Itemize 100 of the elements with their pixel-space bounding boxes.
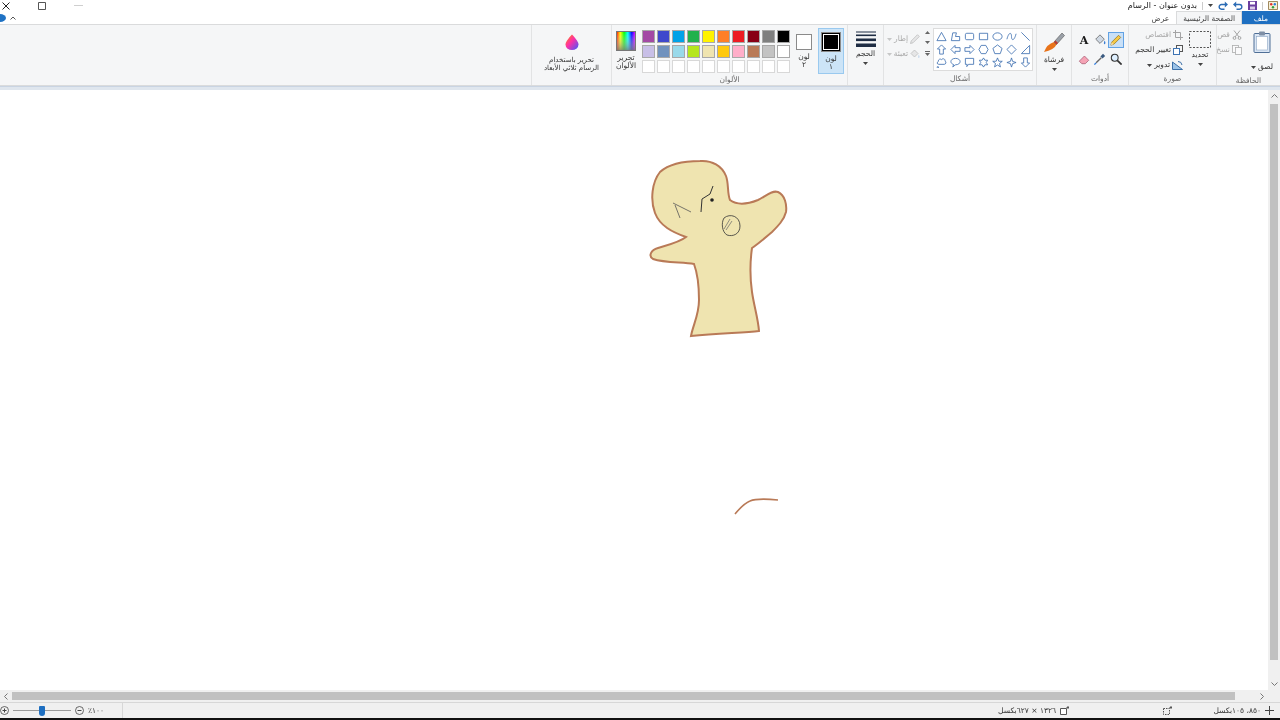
down-arrow-shape-icon[interactable]: [1019, 57, 1031, 68]
scroll-down-icon[interactable]: [1270, 682, 1278, 686]
redo-icon[interactable]: [1218, 1, 1228, 10]
clipboard-icon: [1253, 31, 1271, 53]
line-shape-icon[interactable]: [1019, 31, 1031, 42]
curve-shape-icon[interactable]: [1005, 31, 1017, 42]
hexagon-shape-icon[interactable]: [977, 44, 989, 55]
selection-icon: [1189, 31, 1211, 48]
up-arrow-shape-icon[interactable]: [935, 44, 947, 55]
paint-bucket-icon: [1094, 34, 1106, 46]
color-swatch-icon[interactable]: [717, 30, 730, 43]
right-arrow-shape-icon[interactable]: [963, 44, 975, 55]
maximize-icon[interactable]: [38, 1, 46, 10]
zoom-slider-thumb[interactable]: [39, 705, 45, 716]
color-swatch-icon[interactable]: [657, 45, 670, 58]
color-swatch-icon[interactable]: [702, 30, 715, 43]
left-arrow-shape-icon[interactable]: [949, 44, 961, 55]
color-swatch-icon[interactable]: [672, 45, 685, 58]
color-swatch-icon[interactable]: [777, 45, 790, 58]
help-icon[interactable]: [0, 13, 6, 22]
rotate-icon: [1172, 60, 1183, 70]
color-swatch-icon[interactable]: [762, 30, 775, 43]
caret-icon[interactable]: [1208, 4, 1213, 7]
window-title: بدون عنوان - الرسام: [1127, 0, 1197, 11]
caret-icon: [1250, 65, 1256, 69]
color-picker-tool[interactable]: [1092, 51, 1108, 67]
save-icon[interactable]: [1248, 1, 1257, 10]
four-point-star-shape-icon[interactable]: [1005, 57, 1017, 68]
paint-3d-icon: [564, 34, 579, 50]
magnifier-tool[interactable]: [1108, 51, 1124, 67]
pentagon-shape-icon[interactable]: [991, 44, 1003, 55]
selection-size-icon: [1163, 706, 1172, 715]
rectangle-shape-icon[interactable]: [977, 31, 989, 42]
zoom-out-icon[interactable]: [75, 706, 84, 715]
color-swatch-icon[interactable]: [702, 45, 715, 58]
zoom-in-icon[interactable]: [0, 706, 9, 715]
color-swatch-icon[interactable]: [687, 45, 700, 58]
eraser-icon: [1078, 53, 1090, 65]
caret-icon: [1147, 63, 1153, 67]
triangle-shape-icon[interactable]: [935, 31, 947, 42]
color-swatch-icon[interactable]: [732, 45, 745, 58]
oval-shape-icon[interactable]: [991, 31, 1003, 42]
scrollbar-thumb[interactable]: [1270, 104, 1278, 660]
color-swatch-icon[interactable]: [657, 30, 670, 43]
collapse-ribbon-icon[interactable]: [10, 15, 16, 20]
undo-icon[interactable]: [1233, 1, 1243, 10]
magnifier-icon: [1110, 53, 1122, 65]
paint-app-icon[interactable]: [1268, 1, 1278, 10]
caret-icon: [863, 61, 868, 65]
empty-swatch-icon[interactable]: [777, 60, 790, 73]
scribble-drawing: [732, 497, 780, 516]
six-point-star-shape-icon[interactable]: [977, 57, 989, 68]
caret-icon: [887, 37, 893, 41]
rounded-rectangle-shape-icon[interactable]: [963, 31, 975, 42]
color-swatch-icon[interactable]: [777, 30, 790, 43]
diamond-shape-icon[interactable]: [1005, 44, 1017, 55]
paintbrush-icon: [1043, 31, 1065, 53]
color-swatch-icon[interactable]: [642, 45, 655, 58]
scroll-up-icon[interactable]: [1270, 94, 1278, 98]
empty-swatch-icon[interactable]: [717, 60, 730, 73]
empty-swatch-icon[interactable]: [702, 60, 715, 73]
scroll-left-icon[interactable]: [4, 692, 8, 700]
caret-icon: [886, 52, 892, 56]
cloud-callout-shape-icon[interactable]: [935, 57, 947, 68]
empty-swatch-icon[interactable]: [642, 60, 655, 73]
scroll-down-icon[interactable]: [925, 41, 930, 44]
scrollbar-thumb[interactable]: [12, 692, 1235, 700]
close-icon[interactable]: [2, 1, 10, 10]
line-width-icon: [855, 31, 876, 47]
color-swatch-icon[interactable]: [717, 45, 730, 58]
right-triangle-shape-icon[interactable]: [1019, 44, 1031, 55]
polygon-shape-icon[interactable]: [949, 31, 961, 42]
oval-callout-shape-icon[interactable]: [949, 57, 961, 68]
color-swatch-icon[interactable]: [672, 30, 685, 43]
scroll-right-icon[interactable]: [1260, 692, 1264, 700]
color-swatch-icon[interactable]: [687, 30, 700, 43]
rectangle-callout-shape-icon[interactable]: [963, 57, 975, 68]
color-swatch-icon[interactable]: [747, 45, 760, 58]
scroll-up-icon[interactable]: [925, 31, 930, 34]
expand-gallery-icon[interactable]: [925, 51, 930, 56]
empty-swatch-icon[interactable]: [732, 60, 745, 73]
color-swatch-icon[interactable]: [642, 30, 655, 43]
caret-icon: [1197, 62, 1203, 66]
color-swatch-icon[interactable]: [762, 45, 775, 58]
empty-swatch-icon[interactable]: [747, 60, 760, 73]
color-swatch-icon[interactable]: [747, 30, 760, 43]
text-tool[interactable]: A: [1076, 32, 1092, 48]
color-swatch-icon[interactable]: [732, 30, 745, 43]
crop-icon: [1173, 30, 1183, 40]
empty-swatch-icon[interactable]: [672, 60, 685, 73]
copy-icon: [1231, 45, 1242, 55]
paint-bucket-icon: [910, 49, 920, 59]
five-point-star-shape-icon[interactable]: [991, 57, 1003, 68]
empty-swatch-icon[interactable]: [762, 60, 775, 73]
eyedropper-icon: [1094, 53, 1106, 65]
color-spectrum-icon: [615, 31, 636, 51]
caret-icon: [1051, 67, 1057, 71]
resize-icon: [1173, 45, 1183, 55]
empty-swatch-icon[interactable]: [687, 60, 700, 73]
empty-swatch-icon[interactable]: [657, 60, 670, 73]
